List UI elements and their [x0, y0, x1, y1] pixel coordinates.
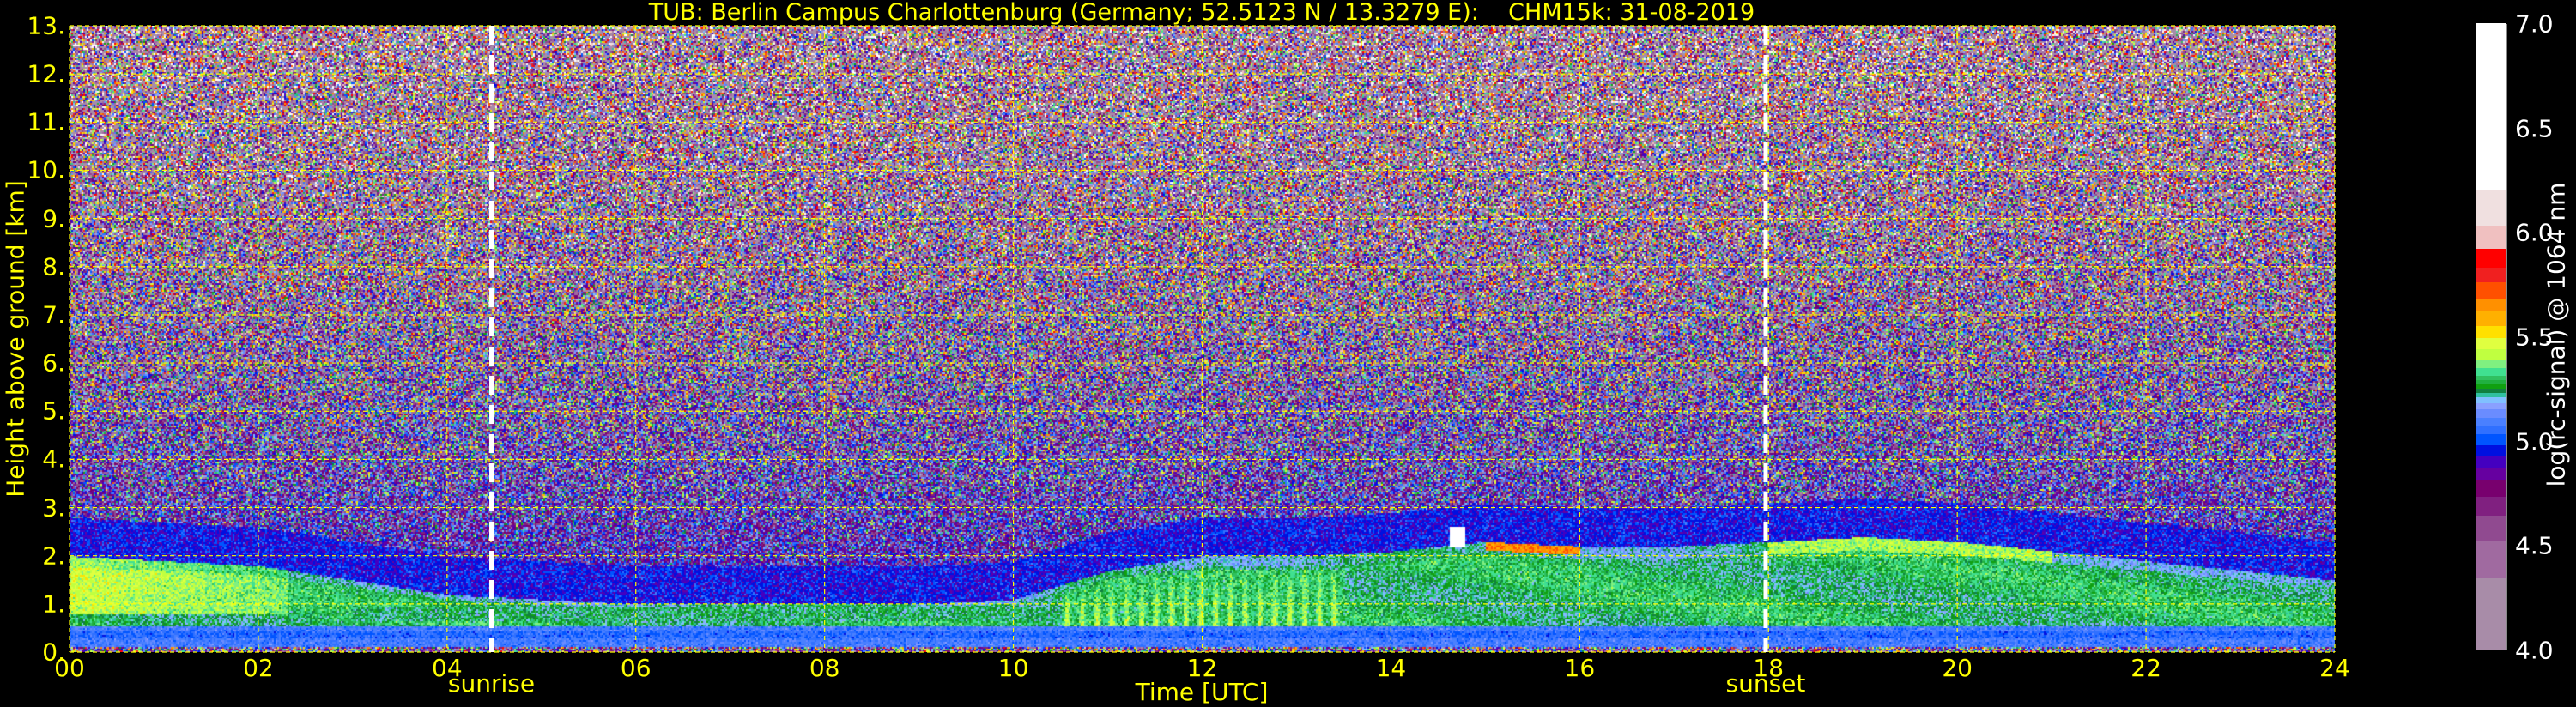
- colorbar-level: [2476, 578, 2506, 650]
- x-tick-label: 16: [1565, 654, 1596, 682]
- colorbar-level: [2476, 299, 2506, 311]
- colorbar-level: [2476, 348, 2506, 360]
- colorbar-level: [2476, 516, 2506, 541]
- chart-title: TUB: Berlin Campus Charlottenburg (Germa…: [0, 0, 2403, 26]
- y-tick-label: 11.: [0, 108, 65, 136]
- grid-overlay: [70, 26, 2335, 652]
- y-tick-label: 3.: [0, 493, 65, 522]
- colorbar-level: [2476, 455, 2506, 468]
- x-tick-label: 08: [809, 654, 840, 682]
- colorbar-tick-label: 6.5: [2515, 114, 2554, 142]
- colorbar-level: [2476, 248, 2506, 267]
- colorbar-level: [2476, 468, 2506, 480]
- colorbar-level: [2476, 417, 2506, 426]
- x-tick-label: 20: [1942, 654, 1973, 682]
- plot-area: [70, 26, 2335, 652]
- colorbar-level: [2476, 384, 2506, 388]
- x-tick-label: 14: [1376, 654, 1407, 682]
- colorbar-level: [2476, 267, 2506, 282]
- colorbar-level: [2476, 367, 2506, 376]
- colorbar-level: [2476, 392, 2506, 396]
- colorbar-level: [2476, 376, 2506, 380]
- colorbar-level: [2476, 497, 2506, 516]
- colorbar-level: [2476, 380, 2506, 384]
- colorbar-level: [2476, 359, 2506, 367]
- y-tick-label: 12.: [0, 60, 65, 88]
- colorbar-level: [2476, 190, 2506, 226]
- colorbar-tick-label: 7.0: [2515, 10, 2554, 39]
- x-tick-label: 02: [243, 654, 274, 682]
- colorbar-level: [2476, 409, 2506, 418]
- colorbar-level: [2476, 23, 2506, 190]
- colorbar-level: [2476, 226, 2506, 249]
- colorbar-level: [2476, 281, 2506, 299]
- x-tick-label: 24: [2319, 654, 2350, 682]
- y-tick-label: 13.: [0, 12, 65, 40]
- colorbar-tick-label: 4.5: [2515, 532, 2554, 560]
- colorbar-level: [2476, 388, 2506, 392]
- y-axis-label: Height above ground [km]: [2, 180, 30, 498]
- y-tick-label: 2.: [0, 541, 65, 570]
- colorbar-level: [2476, 311, 2506, 326]
- colorbar-level: [2476, 434, 2506, 445]
- x-tick-label: 10: [998, 654, 1029, 682]
- x-tick-label: 06: [621, 654, 652, 682]
- sunrise-label: sunrise: [448, 669, 535, 698]
- colorbar-tick-label: 4.0: [2515, 637, 2554, 665]
- colorbar-level: [2476, 396, 2506, 403]
- y-tick-label: 0.: [0, 638, 65, 667]
- colorbar-level: [2476, 426, 2506, 434]
- colorbar-level: [2476, 402, 2506, 409]
- x-axis-label: Time [UTC]: [1136, 678, 1269, 706]
- colorbar-label: log(rc-signal) @ 1064 nm: [2543, 183, 2571, 487]
- x-tick-label: 22: [2131, 654, 2161, 682]
- y-tick-label: 1.: [0, 589, 65, 618]
- colorbar: [2476, 24, 2507, 650]
- colorbar-level: [2476, 444, 2506, 456]
- colorbar-level: [2476, 325, 2506, 338]
- colorbar-level: [2476, 541, 2506, 578]
- colorbar-level: [2476, 480, 2506, 497]
- colorbar-level: [2476, 338, 2506, 349]
- sunset-label: sunset: [1726, 669, 1806, 698]
